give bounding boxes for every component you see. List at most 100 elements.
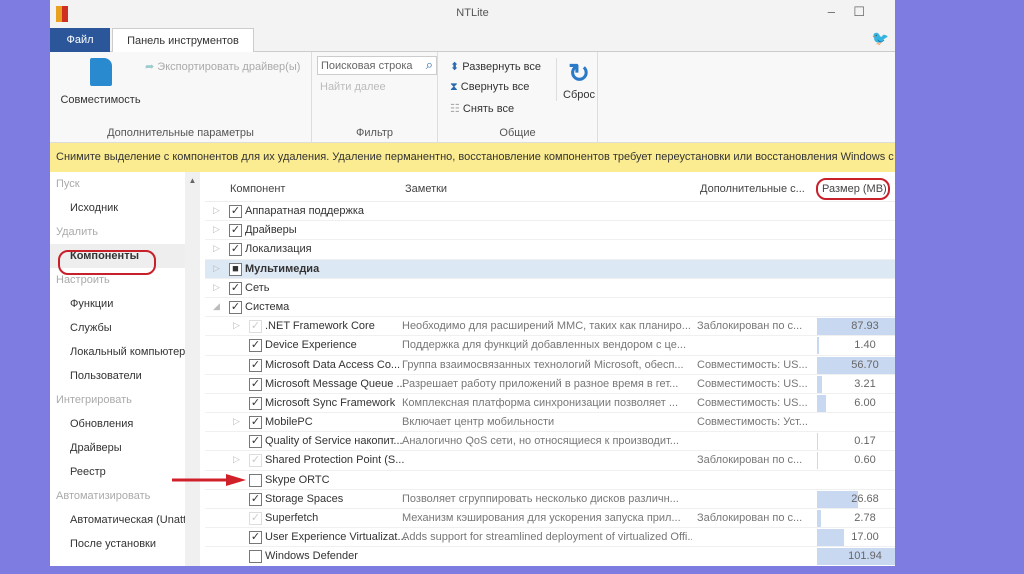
sidebar-item[interactable]: Драйверы	[50, 436, 200, 460]
sidebar-item[interactable]: Исходник	[50, 196, 200, 220]
table-row[interactable]: ✓ User Experience Virtualizat... Adds supp…	[205, 528, 895, 548]
component-name: Device Experience	[265, 339, 357, 352]
col-extra[interactable]: Дополнительные с...	[700, 183, 805, 195]
expand-arrow-icon[interactable]: ▷	[213, 205, 220, 216]
component-name: Windows Defender	[265, 550, 358, 563]
row-checkbox[interactable]: ✓	[249, 358, 262, 372]
row-checkbox[interactable]: ✓	[229, 243, 242, 257]
component-notes: Включает центр мобильности	[402, 416, 555, 429]
expand-arrow-icon[interactable]: ▷	[213, 243, 220, 254]
expand-arrow-icon[interactable]: ▷	[233, 416, 240, 427]
size-cell: 1.40	[817, 337, 895, 355]
row-checkbox[interactable]	[249, 473, 262, 487]
component-name: Драйверы	[245, 224, 297, 237]
table-row[interactable]: ▷ ✓ MobilePC Включает центр мобильности Совм…	[205, 413, 895, 433]
maximize-button[interactable]: ☐	[853, 4, 865, 20]
collapse-all-button[interactable]: ⧗ Свернуть все	[450, 81, 529, 94]
table-row[interactable]: ✓ Superfetch Механизм кэширования для уско…	[205, 509, 895, 529]
component-name: Microsoft Data Access Co...	[265, 358, 401, 371]
reset-button[interactable]: ↻ Сброс	[556, 58, 595, 101]
row-checkbox[interactable]	[249, 550, 262, 564]
table-row[interactable]: ▷ ✓ Сеть	[205, 279, 895, 298]
table-row[interactable]: ▷ ✓ .NET Framework Core Необходимо для расш…	[205, 317, 895, 337]
tab-toolbar[interactable]: Панель инструментов	[112, 28, 254, 53]
table-row[interactable]: ▷ ■ Мультимедиа	[205, 259, 895, 279]
col-notes[interactable]: Заметки	[405, 183, 447, 195]
table-row[interactable]: ▷ ✓ Аппаратная поддержка	[205, 202, 895, 222]
component-name: Система	[245, 300, 290, 313]
row-checkbox[interactable]: ✓	[229, 224, 242, 238]
row-checkbox[interactable]: ✓	[229, 205, 242, 218]
export-drivers-button[interactable]: ➦ Экспортировать драйвер(ы)	[145, 60, 300, 73]
sidebar-item[interactable]: Локальный компьютер	[50, 340, 200, 364]
expand-arrow-icon[interactable]: ▷	[213, 224, 220, 235]
table-header: Компонент Заметки Дополнительные с... Ра…	[205, 172, 895, 202]
component-name: Локализация	[245, 243, 312, 256]
row-checkbox[interactable]: ✓	[249, 512, 262, 525]
row-checkbox[interactable]: ✓	[249, 339, 262, 353]
table-row[interactable]: ✓ Quality of Service накопит... Аналогично…	[205, 432, 895, 452]
row-checkbox[interactable]: ✓	[229, 300, 242, 314]
ribbon: Совместимость ➦ Экспортировать драйвер(ы…	[50, 52, 895, 143]
table-row[interactable]: Skype ORTC	[205, 471, 895, 490]
size-value: 56.70	[851, 358, 879, 371]
table-row[interactable]: ▷ ✓ Shared Protection Point (S... Заблокиро…	[205, 451, 895, 471]
table-row[interactable]: ✓ Microsoft Message Queue ... Разрешает ра…	[205, 375, 895, 394]
table-row[interactable]: ▷ ✓ Драйверы	[205, 221, 895, 241]
row-checkbox[interactable]: ✓	[249, 435, 262, 449]
component-notes: Позволяет сгруппировать несколько дисков…	[402, 492, 679, 505]
component-notes: Разрешает работу приложений в разное вре…	[402, 377, 679, 390]
row-checkbox[interactable]: ✓	[249, 377, 262, 391]
expand-icon: ⬍	[450, 61, 463, 73]
row-checkbox[interactable]: ✓	[249, 320, 262, 334]
expand-arrow-icon[interactable]: ▷	[233, 320, 240, 331]
expand-arrow-icon[interactable]: ◢	[213, 301, 220, 312]
export-icon: ➦	[145, 61, 158, 73]
component-name: Storage Spaces	[265, 492, 344, 505]
row-checkbox[interactable]: ✓	[249, 531, 262, 545]
expand-arrow-icon[interactable]: ▷	[213, 263, 220, 274]
table-row[interactable]: ◢ ✓ Система	[205, 298, 895, 318]
title-bar: NTLite – ☐	[50, 0, 895, 28]
component-extra: Совместимость: US...	[697, 396, 808, 409]
expand-arrow-icon[interactable]: ▷	[213, 282, 220, 293]
row-checkbox[interactable]: ✓	[229, 281, 242, 295]
expand-arrow-icon[interactable]: ▷	[233, 454, 240, 465]
reset-icon: ↻	[568, 58, 590, 88]
row-checkbox[interactable]: ✓	[249, 416, 262, 430]
compat-button[interactable]: Совместимость	[58, 58, 143, 106]
find-next-button[interactable]: Найти далее	[320, 81, 386, 93]
size-value: 6.00	[854, 396, 876, 409]
sidebar-item[interactable]: Функции	[50, 292, 200, 316]
component-name: Skype ORTC	[265, 473, 330, 486]
table-row[interactable]: ✓ Microsoft Data Access Co... Группа взаим…	[205, 356, 895, 375]
expand-all-button[interactable]: ⬍ Развернуть все	[450, 60, 541, 73]
minimize-button[interactable]: –	[828, 4, 835, 19]
sidebar-item[interactable]: Пользователи	[50, 364, 200, 388]
table-row[interactable]: ✓ Storage Spaces Позволяет сгруппировать н…	[205, 490, 895, 509]
size-cell: 26.68	[817, 490, 895, 508]
row-checkbox[interactable]: ✓	[249, 396, 262, 410]
tab-file[interactable]: Файл	[50, 28, 110, 52]
table-row[interactable]: ▷ ✓ Локализация	[205, 240, 895, 260]
table-row[interactable]: ✓ Microsoft Sync Framework Комплексная пла…	[205, 394, 895, 414]
row-checkbox[interactable]: ✓	[249, 454, 262, 468]
size-cell: 2.78	[817, 510, 895, 527]
component-extra: Заблокирован по с...	[697, 320, 803, 333]
table-row[interactable]: Windows Defender 101.94	[205, 547, 895, 566]
col-component[interactable]: Компонент	[230, 183, 285, 195]
component-name: Shared Protection Point (S...	[265, 454, 405, 467]
row-checkbox[interactable]: ■	[229, 262, 242, 276]
row-checkbox[interactable]: ✓	[249, 492, 262, 506]
sidebar-item[interactable]: Автоматическая (Unattended)	[50, 508, 200, 532]
uncheck-all-button[interactable]: ☷ Снять все	[450, 102, 514, 115]
sidebar-scrollbar[interactable]: ▲	[185, 172, 200, 566]
twitter-icon[interactable]: 🐦	[872, 30, 889, 47]
sidebar-item[interactable]: Службы	[50, 316, 200, 340]
sidebar-item[interactable]: После установки	[50, 532, 200, 556]
sidebar-item[interactable]: Обновления	[50, 412, 200, 436]
search-input[interactable]: Поисковая строка ⌕	[317, 56, 437, 75]
table-row[interactable]: ✓ Device Experience Поддержка для функций …	[205, 336, 895, 356]
sidebar-section-header: Пуск	[56, 178, 80, 190]
scroll-up-icon[interactable]: ▲	[185, 172, 200, 185]
